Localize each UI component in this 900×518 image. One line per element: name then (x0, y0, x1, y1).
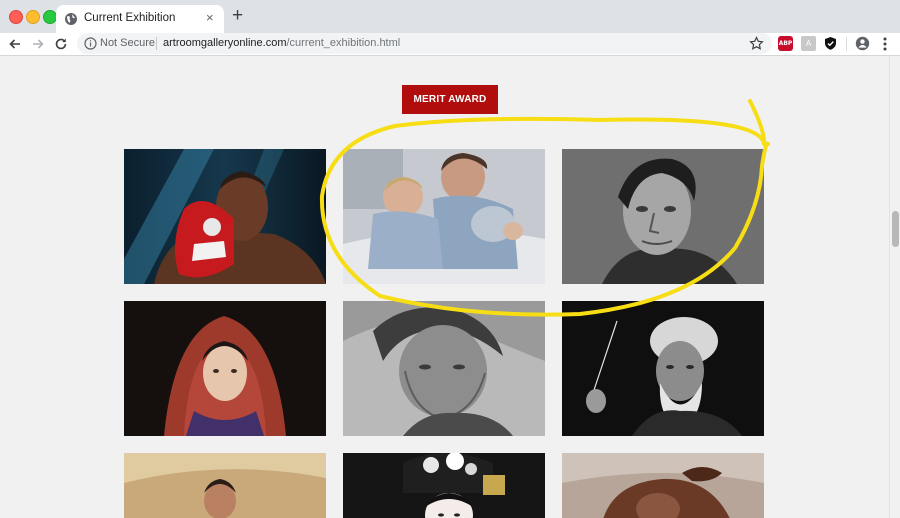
zoom-window-button[interactable] (43, 10, 57, 24)
url-text[interactable]: artroomgalleryonline.com/current_exhibit… (163, 37, 400, 49)
child-golden-painting-image (124, 453, 326, 518)
elderly-woman-drawing-image (343, 301, 545, 436)
page-content: MERIT AWARD (0, 56, 889, 518)
tab-title: Current Exhibition (84, 12, 176, 24)
extension-icon[interactable]: A (801, 36, 816, 51)
artwork-old-man-conductor[interactable] (562, 301, 764, 436)
artwork-dark-hair-figure[interactable] (562, 453, 764, 518)
forward-icon[interactable] (30, 36, 46, 52)
toolbar-divider (846, 37, 847, 51)
artwork-elderly-woman[interactable] (343, 301, 545, 436)
artwork-mother-children[interactable] (343, 149, 545, 284)
close-window-button[interactable] (9, 10, 23, 24)
artwork-boxer[interactable] (124, 149, 326, 284)
girl-red-hood-painting-image (124, 301, 326, 436)
reload-icon[interactable] (53, 36, 69, 52)
tab-current-exhibition[interactable]: Current Exhibition × (56, 5, 224, 33)
shield-icon[interactable] (823, 36, 838, 51)
omnibox-divider (156, 37, 157, 50)
minimize-window-button[interactable] (26, 10, 40, 24)
tab-close-icon[interactable]: × (206, 11, 214, 25)
yellow-highlight-annotation (319, 99, 770, 317)
profile-icon[interactable] (855, 36, 870, 51)
mother-children-painting-image (343, 149, 545, 284)
back-icon[interactable] (7, 36, 23, 52)
merit-award-button[interactable]: MERIT AWARD (402, 85, 498, 114)
info-icon[interactable] (84, 37, 97, 50)
artwork-charcoal-man[interactable] (562, 149, 764, 284)
scrollbar-thumb[interactable] (892, 211, 899, 247)
menu-icon[interactable] (878, 36, 892, 52)
star-icon[interactable] (749, 36, 764, 51)
geisha-painting-image (343, 453, 545, 518)
boxer-painting-image (124, 149, 326, 284)
adblock-icon[interactable]: ABP (778, 36, 793, 51)
dark-hair-figure-painting-image (562, 453, 764, 518)
charcoal-man-drawing-image (562, 149, 764, 284)
page-scrollbar[interactable] (889, 56, 900, 518)
old-man-conductor-drawing-image (562, 301, 764, 436)
artwork-girl-red-hood[interactable] (124, 301, 326, 436)
artwork-child-golden[interactable] (124, 453, 326, 518)
url-host: artroomgalleryonline.com (163, 37, 287, 49)
tab-strip: Current Exhibition × + (0, 0, 900, 33)
artwork-geisha[interactable] (343, 453, 545, 518)
globe-icon (65, 13, 77, 25)
new-tab-button[interactable]: + (232, 6, 243, 26)
address-bar[interactable]: Not Secure artroomgalleryonline.com/curr… (77, 33, 772, 54)
security-label: Not Secure (100, 37, 156, 49)
url-path: /current_exhibition.html (286, 37, 401, 49)
browser-toolbar: Not Secure artroomgalleryonline.com/curr… (0, 33, 900, 56)
